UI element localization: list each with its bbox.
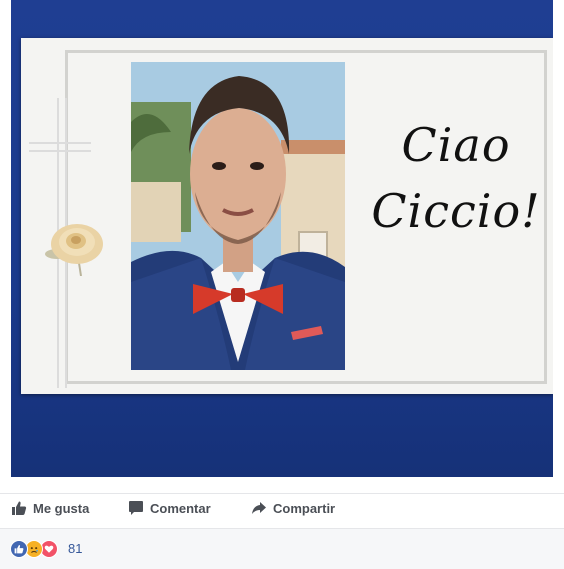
thumbs-up-icon <box>12 501 27 515</box>
share-label: Compartir <box>273 500 336 516</box>
comment-button[interactable]: Comentar <box>128 500 211 516</box>
reaction-count[interactable]: 81 <box>68 541 82 556</box>
post-image[interactable]: Ciao Ciccio! <box>11 0 553 477</box>
reactions-bar: 81 <box>0 528 564 569</box>
reaction-icons[interactable] <box>10 540 66 558</box>
portrait-photo <box>131 62 345 370</box>
rose-decoration <box>45 224 103 276</box>
comment-label: Comentar <box>150 500 211 516</box>
caption-line-2: Ciccio! <box>371 184 541 238</box>
memorial-card: Ciao Ciccio! <box>21 38 553 394</box>
share-button[interactable]: Compartir <box>251 500 335 516</box>
like-label: Me gusta <box>33 500 90 516</box>
card-caption: Ciao Ciccio! <box>361 112 551 244</box>
caption-line-1: Ciao <box>401 118 511 172</box>
share-arrow-icon <box>252 502 266 514</box>
post-actions-bar: Me gusta Comentar Compartir <box>0 493 564 528</box>
like-button[interactable]: Me gusta <box>11 500 89 516</box>
comment-icon <box>129 501 143 515</box>
like-icon <box>10 540 28 558</box>
cross-decoration-bar <box>29 142 91 152</box>
